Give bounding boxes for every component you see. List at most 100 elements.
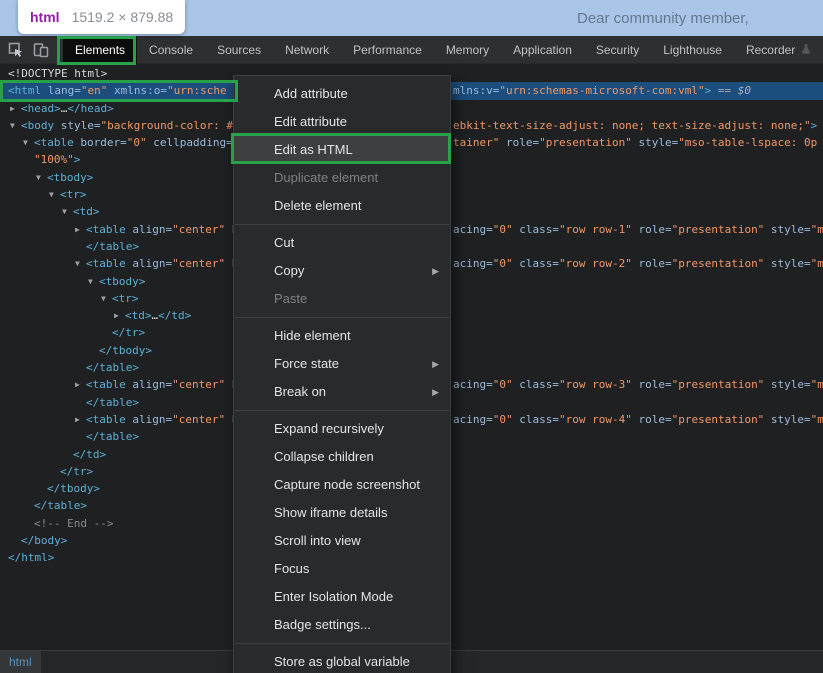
menu-item-label: Paste (274, 291, 307, 306)
menu-item-edit-as-html[interactable]: Edit as HTML (234, 136, 450, 164)
code-segment: ebkit-text-size-adjust: none; text-size-… (453, 119, 811, 132)
code-segment: cellpadding= (147, 136, 233, 149)
code-segment: align= (126, 378, 172, 391)
devtools-screenshot: Dear community member, html 1519.2 × 879… (0, 0, 823, 673)
tab-network[interactable]: Network (273, 36, 341, 64)
code-segment: "presentation" (672, 413, 765, 426)
code-segment: </table> (86, 240, 139, 253)
code-segment: </table> (86, 396, 139, 409)
menu-item-store-as-global-variable[interactable]: Store as global variable (234, 648, 450, 673)
menu-item-label: Hide element (274, 328, 351, 343)
menu-item-force-state[interactable]: Force state▶ (234, 350, 450, 378)
menu-item-label: Badge settings... (274, 617, 371, 632)
expand-arrow-icon[interactable]: ▶ (75, 411, 80, 428)
menu-item-capture-node-screenshot[interactable]: Capture node screenshot (234, 471, 450, 499)
menu-item-delete-element[interactable]: Delete element (234, 192, 450, 220)
code-segment: align= (126, 223, 172, 236)
context-menu: Add attribute Edit attribute Edit as HTML D… (233, 75, 451, 673)
expand-arrow-icon[interactable]: ▶ (10, 100, 15, 117)
code-segment: <html (8, 84, 41, 97)
page-greeting-text: Dear community member, (577, 0, 749, 36)
collapse-arrow-icon[interactable]: ▼ (23, 134, 28, 151)
code-segment: acing= (453, 257, 493, 270)
menu-item-copy[interactable]: Copy▶ (234, 257, 450, 285)
code-segment: <table (86, 378, 126, 391)
menu-item-expand-recursively[interactable]: Expand recursively (234, 415, 450, 443)
menu-item-edit-attribute[interactable]: Edit attribute (234, 108, 450, 136)
code-segment: <table (86, 223, 126, 236)
menu-item-enter-isolation-mode[interactable]: Enter Isolation Mode (234, 583, 450, 611)
code-segment: </tbody> (99, 344, 152, 357)
menu-item-break-on[interactable]: Break on▶ (234, 378, 450, 406)
tab-label: Memory (446, 36, 489, 64)
expand-arrow-icon[interactable]: ▶ (75, 376, 80, 393)
collapse-arrow-icon[interactable]: ▼ (10, 117, 15, 134)
menu-item-label: Edit as HTML (274, 142, 353, 157)
tab-security[interactable]: Security (584, 36, 651, 64)
code-segment: <table (86, 413, 126, 426)
code-segment: role= (632, 378, 672, 391)
tab-label: Recorder (746, 36, 795, 64)
tab-application[interactable]: Application (501, 36, 584, 64)
code-segment: style= (764, 378, 810, 391)
tab-console[interactable]: Console (137, 36, 205, 64)
code-segment: tainer" (453, 136, 499, 149)
menu-item-collapse-children[interactable]: Collapse children (234, 443, 450, 471)
menu-item-add-attribute[interactable]: Add attribute (234, 80, 450, 108)
tab-label: Lighthouse (663, 36, 722, 64)
menu-item-label: Edit attribute (274, 114, 347, 129)
tab-label: Performance (353, 36, 422, 64)
inspect-icon[interactable] (7, 41, 25, 59)
code-segment: acing= (453, 378, 493, 391)
collapse-arrow-icon[interactable]: ▼ (49, 186, 54, 203)
code-segment: "en" (81, 84, 108, 97)
expand-arrow-icon[interactable]: ▶ (114, 307, 119, 324)
menu-item-hide-element[interactable]: Hide element (234, 322, 450, 350)
breadcrumb-html[interactable]: html (0, 651, 41, 673)
menu-item-label: Expand recursively (274, 421, 384, 436)
collapse-arrow-icon[interactable]: ▼ (75, 255, 80, 272)
code-segment: role= (632, 223, 672, 236)
tab-sources[interactable]: Sources (205, 36, 273, 64)
tab-label: Network (285, 36, 329, 64)
code-segment: style= (764, 223, 810, 236)
tab-lighthouse[interactable]: Lighthouse (651, 36, 734, 64)
collapse-arrow-icon[interactable]: ▼ (36, 169, 41, 186)
code-segment: </table> (86, 361, 139, 374)
code-segment: </td> (73, 448, 106, 461)
code-segment: "0" (493, 378, 513, 391)
code-segment: class= (513, 378, 559, 391)
code-segment: "presentation" (672, 223, 765, 236)
collapse-arrow-icon[interactable]: ▼ (62, 203, 67, 220)
collapse-arrow-icon[interactable]: ▼ (101, 290, 106, 307)
tab-elements[interactable]: Elements (63, 36, 137, 64)
menu-item-cut[interactable]: Cut (234, 229, 450, 257)
menu-item-scroll-into-view[interactable]: Scroll into view (234, 527, 450, 555)
code-segment: "urn:schemas-microsoft-com:vml" (499, 84, 704, 97)
code-segment: "row row-3" (559, 378, 632, 391)
code-segment: mlns:v= (453, 84, 499, 97)
device-toolbar-icon[interactable] (32, 41, 50, 59)
collapse-arrow-icon[interactable]: ▼ (88, 273, 93, 290)
flask-icon (800, 43, 812, 56)
menu-item-focus[interactable]: Focus (234, 555, 450, 583)
element-size-tooltip: html 1519.2 × 879.88 (18, 0, 185, 34)
menu-item-show-iframe-details[interactable]: Show iframe details (234, 499, 450, 527)
tab-performance[interactable]: Performance (341, 36, 434, 64)
submenu-arrow-icon: ▶ (432, 257, 439, 285)
menu-item-badge-settings[interactable]: Badge settings... (234, 611, 450, 639)
code-segment: <table (86, 257, 126, 270)
tab-recorder[interactable]: Recorder (734, 36, 823, 64)
code-segment: </tbody> (47, 482, 100, 495)
code-segment-right: acing="0" class="row row-1" role="presen… (453, 221, 823, 238)
tab-label: Sources (217, 36, 261, 64)
code-segment: <tbody> (47, 171, 93, 184)
code-segment: <td> (125, 309, 152, 322)
code-segment: style= (764, 413, 810, 426)
menu-separator (235, 410, 449, 411)
menu-item-label: Enter Isolation Mode (274, 589, 393, 604)
code-segment: border= (74, 136, 127, 149)
menu-item-duplicate-element: Duplicate element (234, 164, 450, 192)
expand-arrow-icon[interactable]: ▶ (75, 221, 80, 238)
tab-memory[interactable]: Memory (434, 36, 501, 64)
